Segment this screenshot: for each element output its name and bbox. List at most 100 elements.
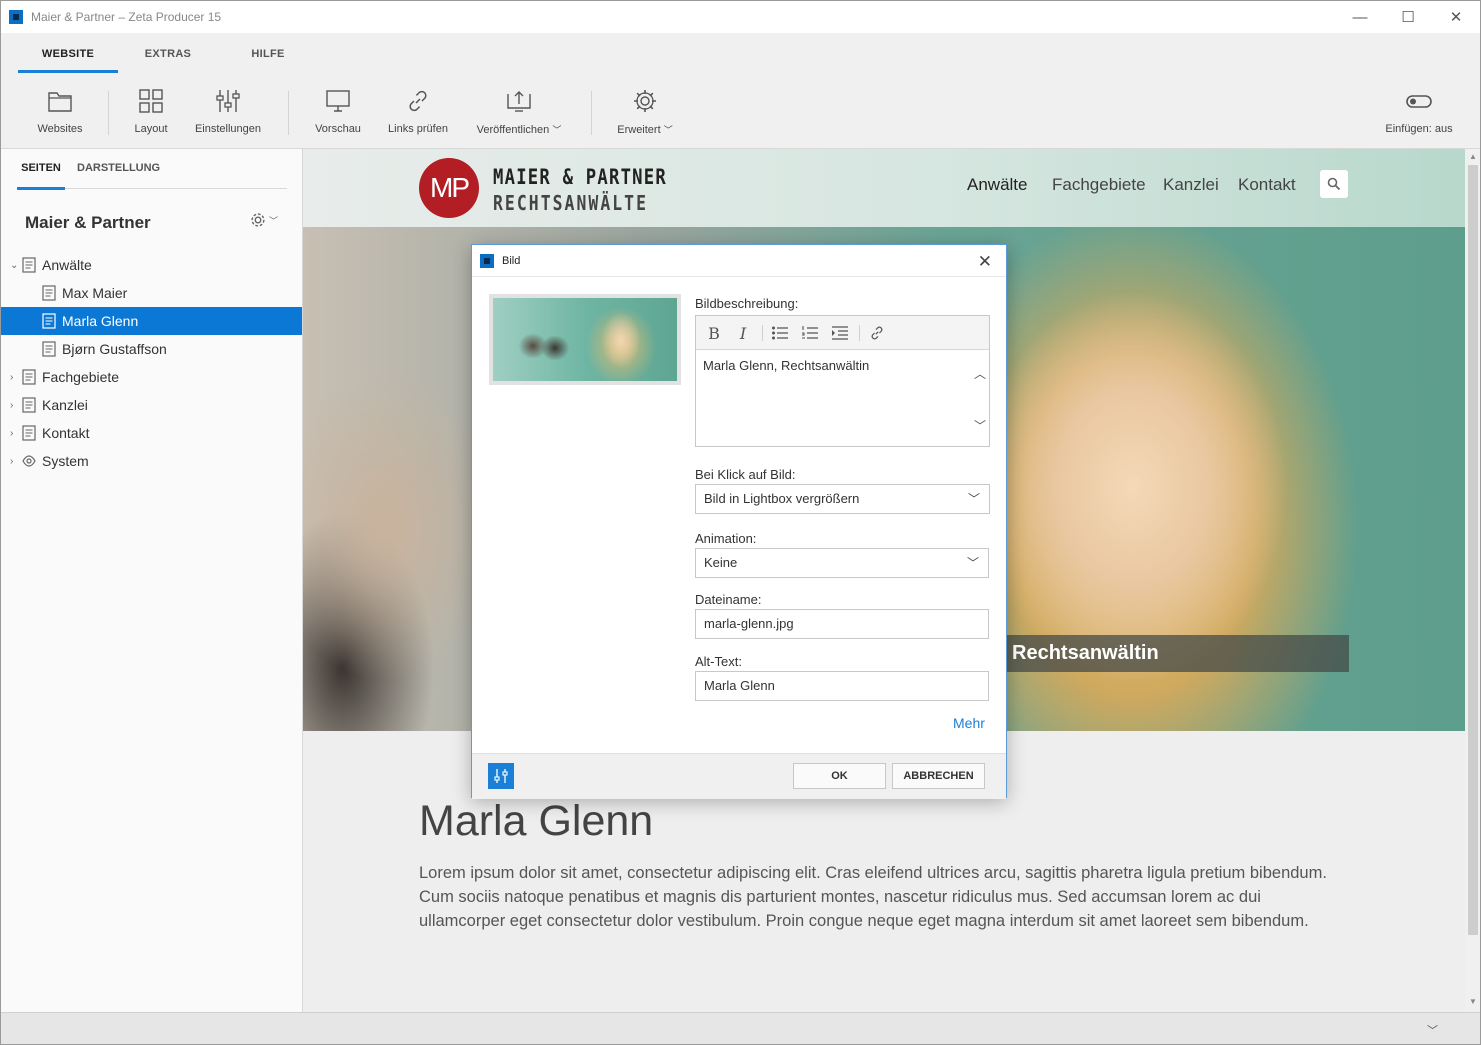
chevron-down-icon: ﹀: [552, 125, 562, 135]
tree-item[interactable]: Max Maier: [1, 279, 302, 307]
description-editor: B I Marla Glenn, Rechtsanwältin ︿ ﹀: [695, 315, 990, 447]
check-links-button[interactable]: Links prüfen: [382, 73, 454, 149]
properties-button[interactable]: [488, 763, 514, 789]
maximize-button[interactable]: ☐: [1384, 1, 1432, 33]
site-header: MP MAIER & PARTNER RECHTSANWÄLTE Anwälte…: [303, 149, 1465, 227]
page-icon: [22, 397, 36, 413]
page-body-text[interactable]: Lorem ipsum dolor sit amet, consectetur …: [419, 861, 1349, 933]
filename-value: marla-glenn.jpg: [704, 616, 794, 631]
tree-item-label: Max Maier: [62, 285, 128, 301]
ok-button[interactable]: OK: [793, 763, 886, 789]
chevron-down-icon: ﹀: [967, 492, 980, 506]
page-icon: [42, 313, 56, 329]
publish-button[interactable]: Veröffentlichen ﹀: [467, 73, 571, 149]
scroll-up-icon[interactable]: ▲: [1468, 152, 1478, 164]
click-action-label: Bei Klick auf Bild:: [695, 467, 796, 482]
scrollbar-thumb[interactable]: [1468, 165, 1478, 935]
indent-icon: [832, 326, 848, 340]
insert-toggle-button[interactable]: Einfügen: aus: [1375, 73, 1463, 149]
window-title: Maier & Partner – Zeta Producer 15: [31, 10, 222, 24]
tab-seiten[interactable]: SEITEN: [17, 149, 65, 190]
preview-button[interactable]: Vorschau: [305, 73, 371, 149]
chevron-down-icon[interactable]: ﹀: [973, 417, 987, 434]
site-nav-kanzlei[interactable]: Kanzlei: [1163, 175, 1219, 195]
tab-darstellung[interactable]: DARSTELLUNG: [77, 149, 160, 189]
bold-button[interactable]: B: [704, 323, 724, 343]
page-icon: [22, 425, 36, 441]
chevron-right-icon[interactable]: ›: [10, 372, 20, 383]
cancel-button[interactable]: ABBRECHEN: [892, 763, 985, 789]
alt-text-field[interactable]: Marla Glenn: [695, 671, 989, 701]
websites-button[interactable]: Websites: [27, 73, 93, 149]
italic-button[interactable]: I: [733, 323, 753, 343]
status-bar: ﹀: [1, 1012, 1480, 1044]
minimize-button[interactable]: —: [1336, 1, 1384, 33]
sidebar: SEITEN DARSTELLUNG Maier & Partner ﹀ ⌄ An…: [1, 149, 303, 1012]
tree-item[interactable]: Bjørn Gustaffson: [1, 335, 302, 363]
app-icon: [9, 10, 23, 24]
bold-icon: B: [708, 323, 720, 343]
chevron-down-icon[interactable]: ⌄: [10, 260, 20, 271]
description-text[interactable]: Marla Glenn, Rechtsanwältin: [703, 358, 869, 373]
site-nav-kontakt[interactable]: Kontakt: [1238, 175, 1296, 195]
ribbon-separator: [591, 91, 592, 135]
alt-text-value: Marla Glenn: [704, 678, 775, 693]
chevron-right-icon[interactable]: ›: [10, 456, 20, 467]
tree-item-label: System: [42, 453, 89, 469]
site-search-button[interactable]: [1320, 170, 1348, 198]
toolbar-separator: [859, 325, 860, 341]
tree-item[interactable]: › Fachgebiete: [1, 363, 302, 391]
site-nav-fachgebiete[interactable]: Fachgebiete: [1052, 175, 1146, 195]
chevron-down-icon: ﹀: [663, 125, 673, 135]
image-thumbnail[interactable]: [489, 294, 681, 385]
tree-item-label: Marla Glenn: [62, 313, 139, 329]
page-icon: [42, 285, 56, 301]
more-link[interactable]: Mehr: [953, 715, 985, 731]
close-window-button[interactable]: ✕: [1432, 1, 1480, 33]
tab-website[interactable]: WEBSITE: [18, 33, 118, 73]
preview-scrollbar[interactable]: ▲ ▼: [1465, 149, 1480, 1012]
chevron-down-icon: ﹀: [269, 215, 279, 226]
settings-button[interactable]: Einstellungen: [189, 73, 267, 149]
italic-icon: I: [739, 323, 747, 343]
publish-text: Veröffentlichen: [476, 124, 550, 136]
minimize-icon: —: [1352, 8, 1368, 26]
click-action-select[interactable]: Bild in Lightbox vergrößern ﹀: [695, 484, 990, 514]
logo-mark: MP: [419, 158, 479, 218]
filename-field[interactable]: marla-glenn.jpg: [695, 609, 989, 639]
tree-item[interactable]: › Kontakt: [1, 419, 302, 447]
site-settings-button[interactable]: ﹀: [249, 211, 278, 229]
dialog-close-button[interactable]: ✕: [978, 252, 992, 272]
tab-extras[interactable]: EXTRAS: [118, 33, 218, 73]
chevron-right-icon[interactable]: ›: [10, 400, 20, 411]
logo-text-line1: MAIER & PARTNER: [493, 165, 667, 189]
tree-item[interactable]: ⌄ Anwälte: [1, 251, 302, 279]
chevron-up-icon[interactable]: ︿: [973, 365, 987, 382]
chevron-right-icon[interactable]: ›: [10, 428, 20, 439]
numbered-list-button[interactable]: [800, 323, 820, 343]
tree-item[interactable]: Marla Glenn: [1, 307, 302, 335]
animation-select[interactable]: Keine ﹀: [695, 548, 989, 578]
filename-label: Dateiname:: [695, 592, 762, 607]
scroll-down-icon[interactable]: ▼: [1468, 997, 1478, 1009]
gear-icon: [251, 213, 265, 227]
tree-item-label: Bjørn Gustaffson: [62, 341, 167, 357]
layout-button[interactable]: Layout: [123, 73, 179, 149]
ribbon-separator: [288, 91, 289, 135]
bullet-list-button[interactable]: [770, 323, 790, 343]
site-nav-anwaelte[interactable]: Anwälte: [967, 175, 1027, 195]
indent-button[interactable]: [830, 323, 850, 343]
insert-label: Einfügen: aus: [1385, 123, 1453, 135]
tab-hilfe[interactable]: HILFE: [218, 33, 318, 73]
ribbon-separator: [108, 91, 109, 135]
page-heading[interactable]: Marla Glenn: [419, 797, 653, 846]
insert-link-button[interactable]: [867, 323, 887, 343]
tree-item[interactable]: › System: [1, 447, 302, 475]
sliders-icon: [216, 90, 240, 112]
chevron-down-icon[interactable]: ﹀: [1427, 1022, 1438, 1038]
editor-scrollbar[interactable]: ︿ ﹀: [971, 351, 989, 447]
dialog-title-bar: Bild ✕: [472, 245, 1006, 277]
advanced-button[interactable]: Erweitert ﹀: [608, 73, 682, 149]
description-label: Bildbeschreibung:: [695, 296, 799, 311]
tree-item[interactable]: › Kanzlei: [1, 391, 302, 419]
